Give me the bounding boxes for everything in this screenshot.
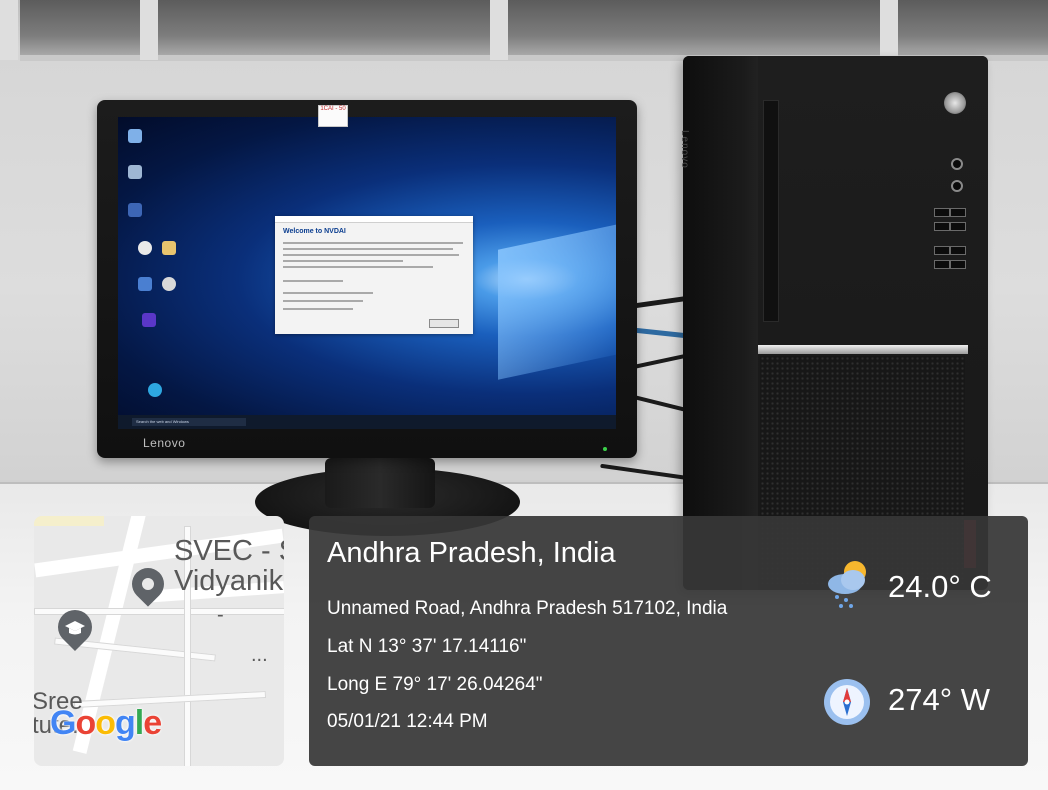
nvdai-welcome-dialog: Welcome to NVDAI	[275, 216, 473, 334]
dialog-text-line	[283, 260, 403, 262]
location-info-card: Andhra Pradesh, India Unnamed Road, Andh…	[309, 516, 1028, 766]
monitor-brand-logo: Lenovo	[143, 436, 186, 450]
dialog-heading: Welcome to NVDAI	[283, 228, 346, 235]
usb-port	[934, 246, 950, 255]
map-thumbnail: SVEC - S Vidyanik - ... Sree tute... Goo…	[34, 516, 284, 766]
map-dash-label: -	[217, 604, 224, 626]
longitude-text: Long E 79° 17' 26.04264"	[327, 674, 543, 695]
windows-logo-light	[498, 224, 616, 380]
window-frame	[880, 0, 898, 60]
dialog-text-line	[283, 308, 353, 310]
taskbar-search: Search the web and Windows	[132, 418, 246, 426]
usb-port	[950, 260, 966, 269]
map-ellipsis-label: ...	[251, 644, 268, 666]
taskbar: Search the web and Windows	[118, 415, 616, 429]
dialog-titlebar	[275, 216, 473, 223]
dialog-text-line	[283, 292, 373, 294]
desktop-icon	[128, 129, 142, 143]
latitude-text: Lat N 13° 37' 17.14116"	[327, 636, 527, 657]
dialog-text-line	[283, 300, 363, 302]
google-logo: Google	[50, 704, 162, 742]
usb-port	[934, 222, 950, 231]
chrome-icon	[138, 241, 152, 255]
dialog-text-line	[283, 248, 453, 250]
window-frame	[0, 0, 18, 60]
sticky-note: 1CAI - 50	[318, 105, 348, 127]
map-education-pin-icon	[50, 602, 100, 652]
nvdai-icon	[142, 313, 156, 327]
desktop-icon	[162, 277, 176, 291]
tower-side-logo: Lenovo	[679, 130, 690, 169]
optical-drive-bay	[763, 100, 779, 322]
tower-silver-strip	[758, 345, 968, 354]
usb-port	[934, 208, 950, 217]
audio-jack	[951, 180, 963, 192]
compass-icon	[824, 679, 870, 725]
usb-port	[950, 246, 966, 255]
desktop-icon	[128, 203, 142, 217]
datetime-text: 05/01/21 12:44 PM	[327, 711, 488, 732]
usb-port	[950, 222, 966, 231]
folder-icon	[162, 241, 176, 255]
temperature-value: 24.0° C	[888, 569, 992, 604]
usb-port	[934, 260, 950, 269]
dialog-ok-button	[429, 319, 459, 328]
power-led	[603, 447, 607, 451]
edge-icon	[148, 383, 162, 397]
monitor-screen: Welcome to NVDAI Search the web and Wind…	[118, 117, 616, 429]
dialog-text-line	[283, 242, 463, 244]
dialog-text-line	[283, 254, 459, 256]
map-road	[34, 516, 104, 526]
recycle-bin-icon	[128, 165, 142, 179]
address-text: Unnamed Road, Andhra Pradesh 517102, Ind…	[327, 598, 728, 619]
dialog-text-line	[283, 266, 433, 268]
window-frame	[140, 0, 158, 60]
tower-side-panel	[683, 56, 759, 590]
monitor-stand-neck	[325, 458, 435, 508]
partly-cloudy-rain-icon	[828, 561, 866, 608]
graduation-cap-icon	[65, 621, 85, 635]
map-place-label: SVEC - S Vidyanik	[174, 535, 284, 597]
power-button	[944, 92, 966, 114]
window-frame	[490, 0, 508, 60]
photo-scene: Welcome to NVDAI Search the web and Wind…	[0, 0, 1048, 790]
direction-value: 274° W	[888, 682, 990, 717]
dialog-text-line	[283, 280, 343, 282]
desktop-icon	[138, 277, 152, 291]
usb-port	[950, 208, 966, 217]
location-title: Andhra Pradesh, India	[327, 537, 616, 569]
audio-jack	[951, 158, 963, 170]
